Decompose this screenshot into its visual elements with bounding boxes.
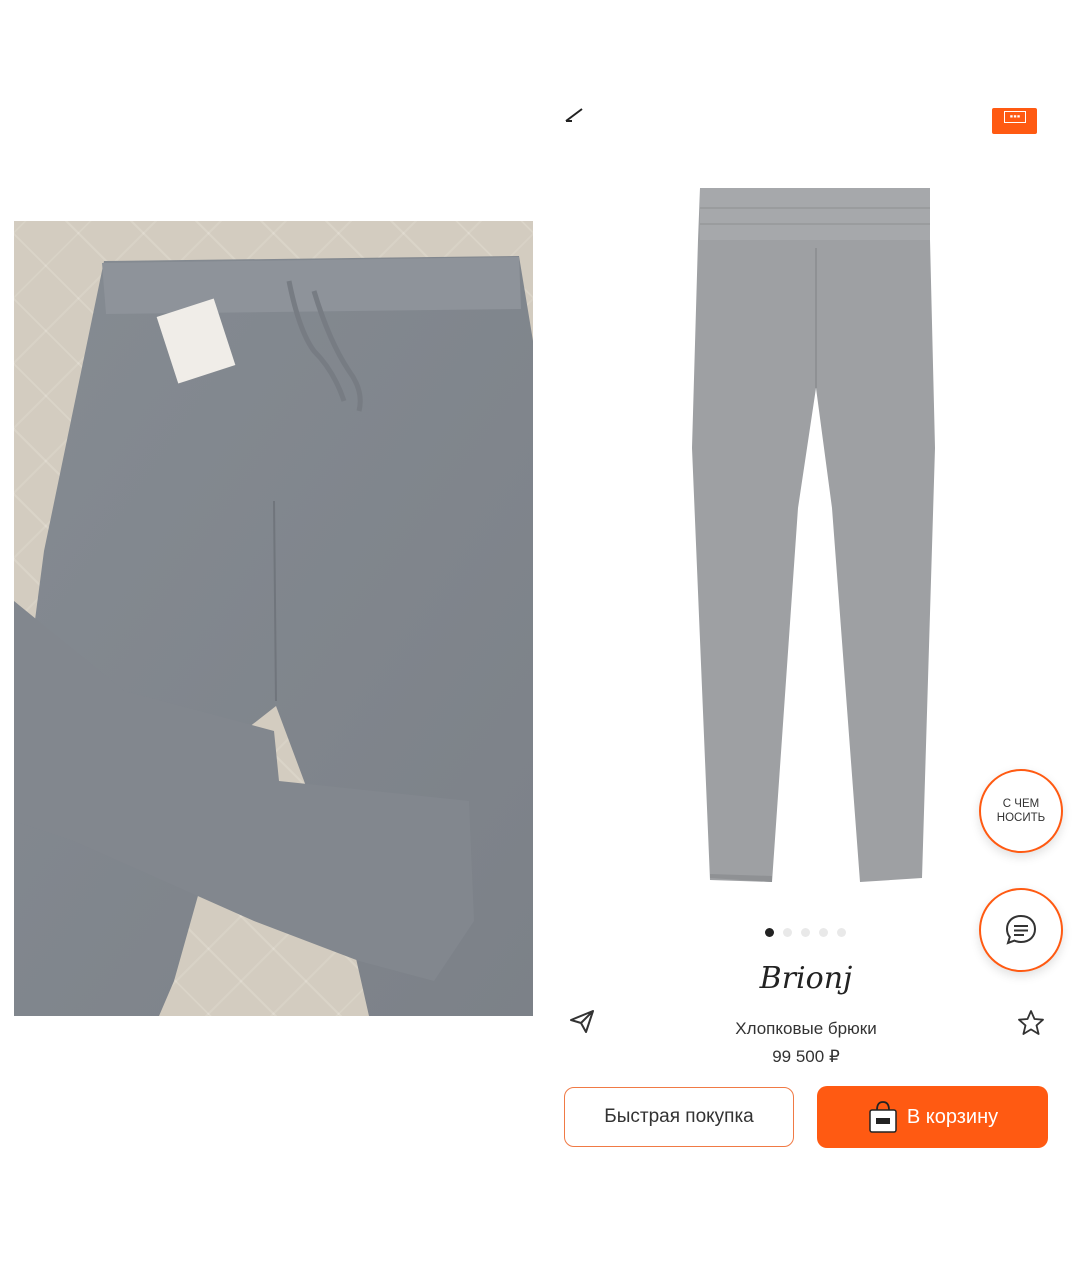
shopping-bag-icon xyxy=(869,1101,897,1133)
gallery-dot[interactable] xyxy=(819,928,828,937)
chat-button[interactable] xyxy=(979,888,1063,972)
product-price: 99 500 ₽ xyxy=(772,1047,840,1066)
brand-logo[interactable]: Brionj xyxy=(756,958,856,1000)
add-to-cart-label: В корзину xyxy=(906,1105,999,1128)
gallery-dot[interactable] xyxy=(783,928,792,937)
favorite-star-icon[interactable] xyxy=(1016,1008,1046,1038)
gallery-pagination xyxy=(765,928,846,937)
what-to-wear-label: С ЧЕМ НОСИТЬ xyxy=(996,798,1046,824)
gallery-dot[interactable] xyxy=(765,928,774,937)
gallery-dot[interactable] xyxy=(837,928,846,937)
back-icon[interactable] xyxy=(560,103,588,127)
chat-icon xyxy=(1005,914,1037,945)
gallery-dot[interactable] xyxy=(801,928,810,937)
product-name: Хлопковые брюки xyxy=(735,1019,877,1038)
product-photo-left xyxy=(14,221,533,1016)
share-icon[interactable] xyxy=(568,1008,596,1034)
quick-buy-button[interactable]: Быстрая покупка xyxy=(564,1087,794,1147)
what-to-wear-button[interactable]: С ЧЕМ НОСИТЬ xyxy=(979,769,1063,853)
product-image[interactable] xyxy=(690,188,940,888)
svg-text:Brionj: Brionj xyxy=(759,961,853,996)
store-logo-badge[interactable]: ▪▪▪ xyxy=(992,108,1037,134)
add-to-cart-button[interactable]: В корзину xyxy=(817,1086,1048,1148)
